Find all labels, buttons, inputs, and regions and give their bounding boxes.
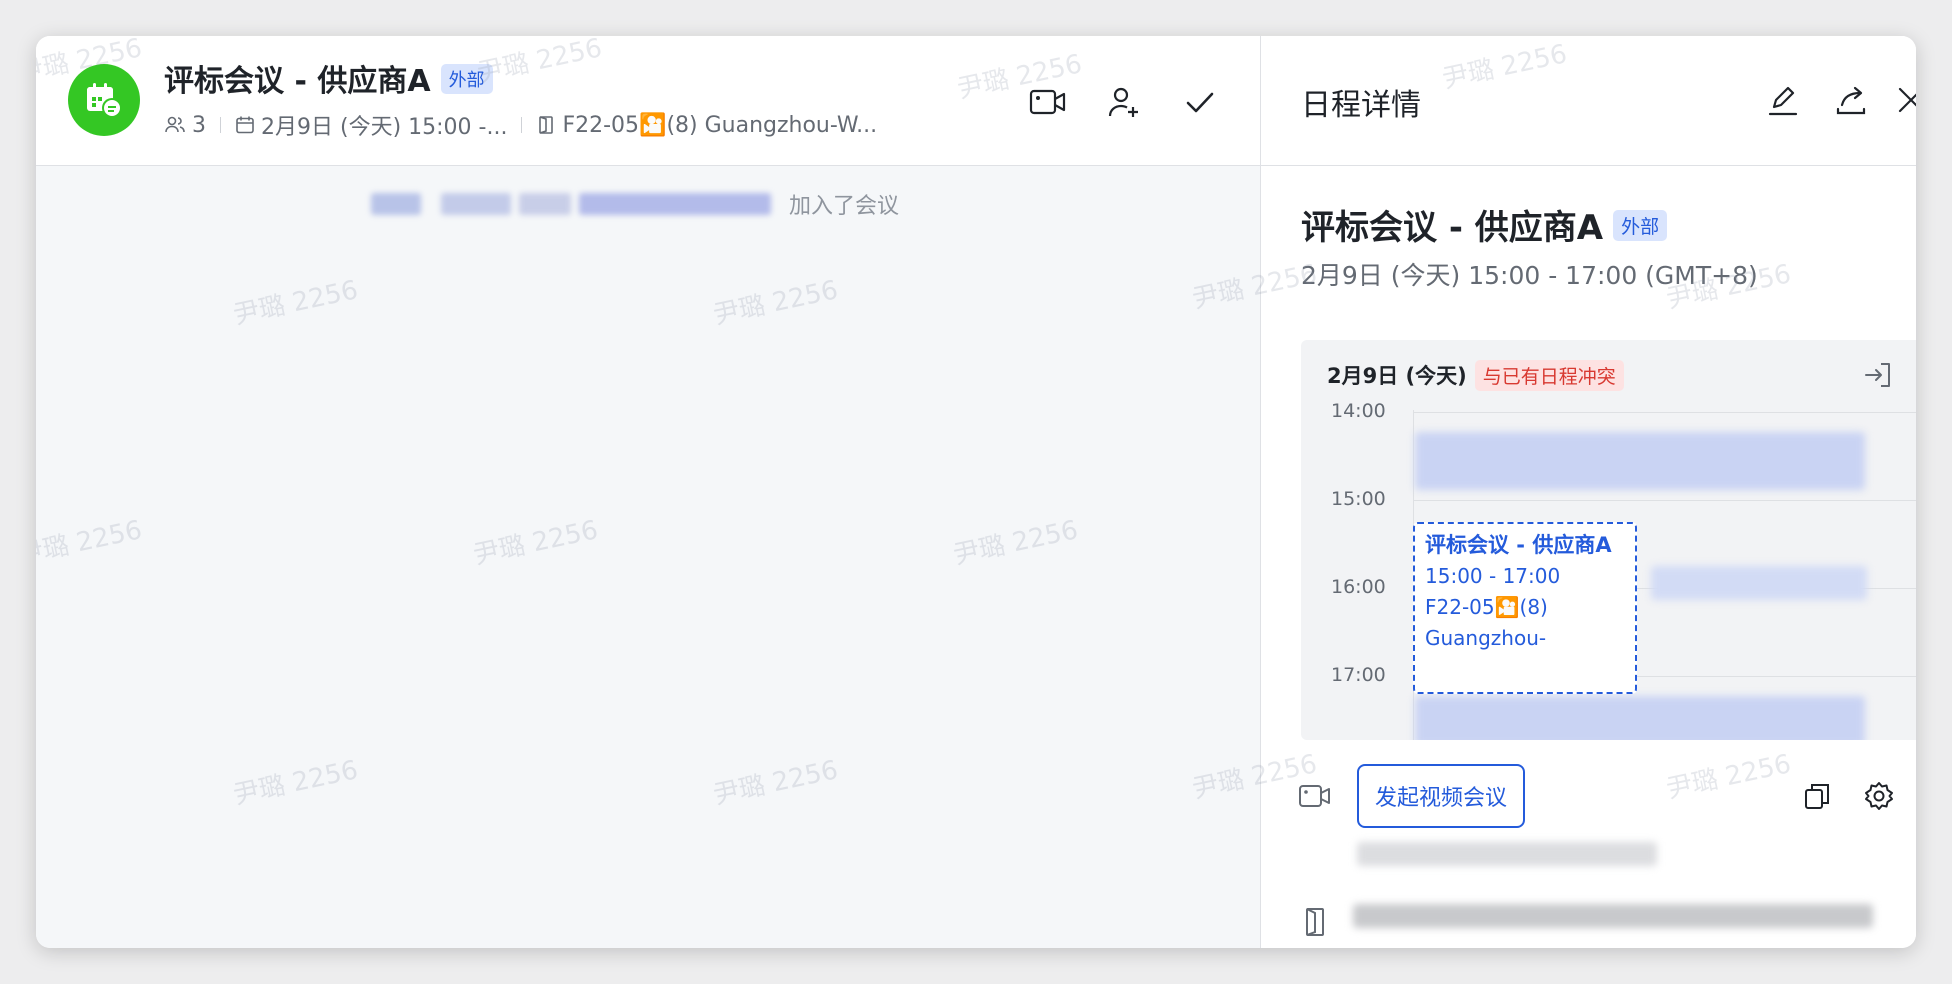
existing-event-blurred[interactable] bbox=[1651, 566, 1867, 600]
current-event-title: 评标会议 - 供应商A bbox=[1425, 533, 1612, 557]
schedule-date-label: 2月9日 (今天) bbox=[1327, 364, 1467, 388]
hour-label: 15:00 bbox=[1331, 488, 1386, 510]
room-door-icon bbox=[539, 116, 554, 134]
start-video-meeting-button[interactable]: 发起视频会议 bbox=[1357, 764, 1526, 828]
hour-label: 17:00 bbox=[1331, 664, 1386, 686]
app-window: 评标会议 - 供应商A 外部 3 2月9日 (今天) 15:00 -... F22… bbox=[36, 36, 1916, 948]
hour-label: 16:00 bbox=[1331, 576, 1386, 598]
mark-done-button[interactable] bbox=[1178, 80, 1222, 124]
watermark: 尹璐 2256 bbox=[230, 755, 361, 811]
meeting-date-summary[interactable]: 2月9日 (今天) 15:00 -... bbox=[261, 109, 507, 141]
event-title-text: 评标会议 - 供应商A bbox=[1301, 208, 1604, 248]
settings-button[interactable] bbox=[1861, 778, 1897, 814]
redacted-room-name[interactable] bbox=[1353, 904, 1873, 928]
external-tag: 外部 bbox=[440, 64, 493, 94]
video-camera-icon bbox=[1299, 785, 1330, 807]
chat-header: 评标会议 - 供应商A 外部 3 2月9日 (今天) 15:00 -... F22… bbox=[36, 36, 1260, 166]
redacted-name bbox=[371, 193, 421, 215]
copy-icon bbox=[1805, 784, 1829, 809]
watermark: 尹璐 2256 bbox=[710, 755, 841, 811]
hour-label: 14:00 bbox=[1331, 400, 1386, 422]
copy-button[interactable] bbox=[1799, 778, 1835, 814]
gear-icon bbox=[1865, 782, 1893, 810]
close-button[interactable] bbox=[1895, 80, 1916, 120]
meeting-group-avatar[interactable] bbox=[68, 64, 140, 136]
watermark: 尹璐 2256 bbox=[230, 275, 361, 331]
event-title: 评标会议 - 供应商A 外部 bbox=[1301, 200, 1668, 249]
members-icon bbox=[165, 116, 185, 133]
redacted-name bbox=[519, 193, 571, 215]
join-message-text: 加入了会议 bbox=[789, 194, 900, 219]
day-schedule-preview: 2月9日 (今天) 与已有日程冲突 14:00 15:00 16:00 17:00… bbox=[1301, 340, 1916, 740]
hour-gridline bbox=[1413, 412, 1916, 413]
conflict-badge: 与已有日程冲突 bbox=[1474, 360, 1624, 391]
watermark: 尹璐 2256 bbox=[36, 515, 145, 571]
meta-divider bbox=[220, 117, 221, 133]
current-event-block[interactable]: 评标会议 - 供应商A 15:00 - 17:00 F22-05🎦(8) Gua… bbox=[1413, 522, 1637, 694]
existing-event-blurred[interactable] bbox=[1415, 432, 1865, 490]
existing-event-blurred[interactable] bbox=[1415, 696, 1865, 740]
schedule-date: 2月9日 (今天) 与已有日程冲突 bbox=[1327, 360, 1624, 391]
current-event-room-cont: Guangzhou- bbox=[1425, 626, 1547, 650]
open-calendar-button[interactable] bbox=[1861, 358, 1895, 392]
chat-pane: 评标会议 - 供应商A 外部 3 2月9日 (今天) 15:00 -... F22… bbox=[36, 36, 1260, 948]
panel-title: 日程详情 bbox=[1301, 88, 1421, 123]
current-event-room: F22-05🎦(8) bbox=[1425, 595, 1548, 619]
calendar-chat-icon bbox=[87, 83, 122, 118]
system-join-message: 加入了会议 bbox=[371, 188, 899, 220]
video-icon-wrap bbox=[1297, 778, 1333, 814]
watermark: 尹璐 2256 bbox=[470, 515, 601, 571]
event-detail-panel: 日程详情 评标会议 - 供应商A 外部 2月9日 (今天) 15:00 - 17:… bbox=[1190, 36, 1916, 948]
member-count[interactable]: 3 bbox=[192, 113, 206, 138]
share-button[interactable] bbox=[1831, 80, 1871, 120]
share-icon bbox=[1836, 86, 1866, 115]
event-time: 2月9日 (今天) 15:00 - 17:00 (GMT+8) bbox=[1301, 261, 1758, 290]
hour-gridline bbox=[1413, 500, 1916, 501]
add-member-icon bbox=[1108, 87, 1138, 117]
video-call-button[interactable] bbox=[1026, 80, 1070, 124]
room-door-icon bbox=[1306, 908, 1324, 936]
chat-title-text: 评标会议 - 供应商A bbox=[164, 64, 431, 99]
redacted-meeting-link bbox=[1357, 842, 1657, 866]
chat-title: 评标会议 - 供应商A 外部 bbox=[164, 56, 493, 100]
add-member-button[interactable] bbox=[1102, 80, 1146, 124]
current-event-time: 15:00 - 17:00 bbox=[1425, 564, 1561, 588]
meeting-room-summary[interactable]: F22-05🎦(8) Guangzhou-W... bbox=[562, 113, 877, 138]
watermark: 尹璐 2256 bbox=[950, 515, 1081, 571]
video-camera-icon bbox=[1029, 89, 1066, 115]
panel-header: 日程详情 bbox=[1261, 36, 1916, 166]
chat-meta-row: 3 2月9日 (今天) 15:00 -... F22-05🎦(8) Guangz… bbox=[164, 110, 877, 140]
edit-pencil-icon bbox=[1768, 86, 1798, 116]
checkmark-icon bbox=[1186, 92, 1214, 113]
edit-button[interactable] bbox=[1763, 80, 1803, 120]
calendar-icon bbox=[236, 116, 254, 134]
video-conference-row: 发起视频会议 bbox=[1261, 764, 1916, 828]
redacted-name bbox=[441, 193, 511, 215]
meta-divider bbox=[521, 117, 523, 133]
room-icon-wrap bbox=[1297, 904, 1333, 940]
close-icon bbox=[1898, 87, 1916, 113]
redacted-name bbox=[579, 193, 771, 215]
open-in-calendar-icon bbox=[1865, 363, 1890, 387]
external-tag: 外部 bbox=[1613, 210, 1668, 241]
watermark: 尹璐 2256 bbox=[710, 275, 841, 331]
